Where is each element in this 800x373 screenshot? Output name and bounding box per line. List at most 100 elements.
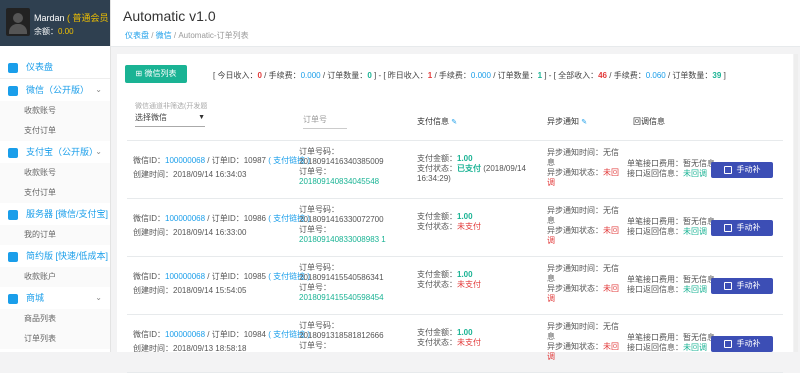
manual-fix-button[interactable]: 手动补 [711,336,773,352]
order-number: 2018091416330072700 [299,215,384,224]
sidebar-subitem-wechat-accounts[interactable]: 收款账号 [0,101,110,121]
label: 异步通知时间： [547,264,603,273]
manual-fix-button[interactable]: 手动补 [711,220,773,236]
sidebar-item-shop[interactable]: 商城 ⌄ [0,287,110,309]
chevron-down-icon: ⌄ [95,293,102,302]
sidebar-item-label: 商城 [26,293,45,303]
stat-today-income: 0 [257,71,262,80]
sidebar-subitem-alipay-accounts[interactable]: 收款账号 [0,163,110,183]
manual-fix-button[interactable]: 手动补 [711,278,773,294]
wechat-select-value: 选择微信 [135,113,167,122]
breadcrumb-current: Automatic-订单列表 [178,31,249,40]
stat-label: ] - [ 全部收入： [544,71,599,80]
sidebar-subitem-my-orders[interactable]: 我的订单 [0,225,110,245]
breadcrumb-dashboard[interactable]: 仪表盘 [125,31,149,40]
page-header: Automatic v1.0 仪表盘 / 微信 / Automatic-订单列表 [111,0,800,47]
lock-icon [723,339,732,348]
main-area: Automatic v1.0 仪表盘 / 微信 / Automatic-订单列表… [111,0,800,373]
divider [127,140,783,141]
wechat-list-button[interactable]: ⊞ 微信列表 [125,65,187,83]
label: 支付状态： [417,280,457,289]
breadcrumb-wechat[interactable]: 微信 [156,31,172,40]
label: / 订单ID： [207,272,244,281]
label: 微信ID： [133,330,165,339]
breadcrumb: 仪表盘 / 微信 / Automatic-订单列表 [125,31,249,40]
stat-today-count: 0 [367,71,372,80]
order-no-cell: 订单号码： 2018091416340385009 订单号： 201809140834… [299,147,409,187]
wechat-id[interactable]: 100000068 [165,156,205,165]
server-icon [8,209,18,220]
sidebar-item-label: 简约版 [快速/低成本] [26,251,109,261]
table-row: 微信ID：100000068 / 订单ID：10986 ( 支付链接 ) 创建时间… [127,200,783,257]
grid-icon [8,62,18,73]
label: / 订单ID： [207,214,244,223]
pay-info-cell: 支付金额：1.00 支付状态：未支付 [417,212,547,232]
sidebar-subitem-shop-orders[interactable]: 订单列表 [0,329,110,349]
manual-fix-button[interactable]: 手动补 [711,162,773,178]
order-number-input[interactable]: 订单号 [303,114,347,129]
lock-icon [723,281,732,290]
manual-fix-label: 手动补 [736,165,761,174]
sidebar-item-wechat[interactable]: 微信（公开版） ⌄ [0,79,110,101]
sidebar-subitem-receive-accounts[interactable]: 收款账户 [0,267,110,287]
sidebar-item-alipay[interactable]: 支付宝（公开版） ⌄ [0,141,110,163]
callback-info: 未回调 [683,343,707,352]
label: 订单号： [299,167,331,176]
label: 订单号码： [299,263,339,272]
wechat-id[interactable]: 100000068 [165,214,205,223]
user-name: Mardan ( 普通会员 ) [34,11,110,24]
sidebar-item-label: 支付宝（公开版） [26,147,99,157]
label: 异步通知时间： [547,148,603,157]
stat-today-fee: 0.000 [300,71,321,80]
label: 订单号码： [299,147,339,156]
toolbar: ⊞ 微信列表 [ 今日收入：0 / 手续费：0.000 / 订单数量：0 ] -… [123,62,783,83]
sidebar-subitem-alipay-orders[interactable]: 支付订单 [0,183,110,203]
stat-all-count: 39 [712,71,722,80]
sidebar-subitem-wechat-orders[interactable]: 支付订单 [0,121,110,141]
table-row: 微信ID：100000068 / 订单ID：10987 ( 支付链接 ) 创建时间… [127,142,783,199]
chevron-down-icon: ⌄ [95,85,102,94]
label: 创建时间： [133,170,173,179]
label: 支付状态： [417,222,457,231]
sidebar-item-dashboard[interactable]: 仪表盘 [0,56,110,78]
out-order-number: 201809140834045548 [299,177,380,186]
lock-icon [723,223,732,232]
label: 异步通知状态： [547,284,603,293]
label: 支付金额： [417,212,457,221]
out-order-number: 201809140833008983 1 [299,235,386,244]
wechat-select[interactable]: 选择微信 ▼ [135,112,205,127]
stat-label: ] [723,71,726,80]
wechat-id[interactable]: 100000068 [165,272,205,281]
pay-info-cell: 支付金额：1.00 支付状态：未支付 [417,270,547,290]
stat-label: / 订单数量： [667,71,713,80]
col-label: 支付信息 [417,117,449,126]
wechat-id[interactable]: 100000068 [165,330,205,339]
pay-status: 未支付 [457,280,481,289]
label: 接口返回信息： [627,343,683,352]
order-no-cell: 订单号码： 2018091415540586341 订单号： 201809141554… [299,263,409,303]
stat-label: / 手续费： [264,71,301,80]
order-no-cell: 订单号码： 2018091318581812666 订单号： [299,321,409,351]
sidebar-item-label: 仪表盘 [26,62,54,72]
callback-info: 未回调 [683,169,707,178]
sidebar-subitem-products[interactable]: 商品列表 [0,309,110,329]
order-number: 2018091318581812666 [299,331,384,340]
edit-icon[interactable]: ✎ [581,119,587,126]
edit-icon[interactable]: ✎ [451,119,457,126]
label: 异步通知状态： [547,226,603,235]
label: 异步通知时间： [547,206,603,215]
label: 单笔接口费用： [627,333,683,342]
order-id: 10984 [243,330,266,339]
callback-cell: 单笔接口费用：暂无信息 接口返回信息：未回调 [627,333,717,353]
avatar[interactable] [6,8,30,36]
sidebar-item-simple[interactable]: 简约版 [快速/低成本] [0,245,110,267]
cloud-icon [8,251,18,262]
user-name-text: Mardan [34,13,65,23]
table-row: 微信ID：100000068 / 订单ID：10985 ( 支付链接 ) 创建时间… [127,258,783,315]
pay-amount: 1.00 [457,270,473,279]
scrollbar[interactable] [794,54,798,352]
label: 支付状态： [417,164,457,173]
label: 异步通知状态： [547,168,603,177]
label: 创建时间： [133,228,173,237]
sidebar-item-server[interactable]: 服务器 [微信/支付宝] [0,203,110,225]
